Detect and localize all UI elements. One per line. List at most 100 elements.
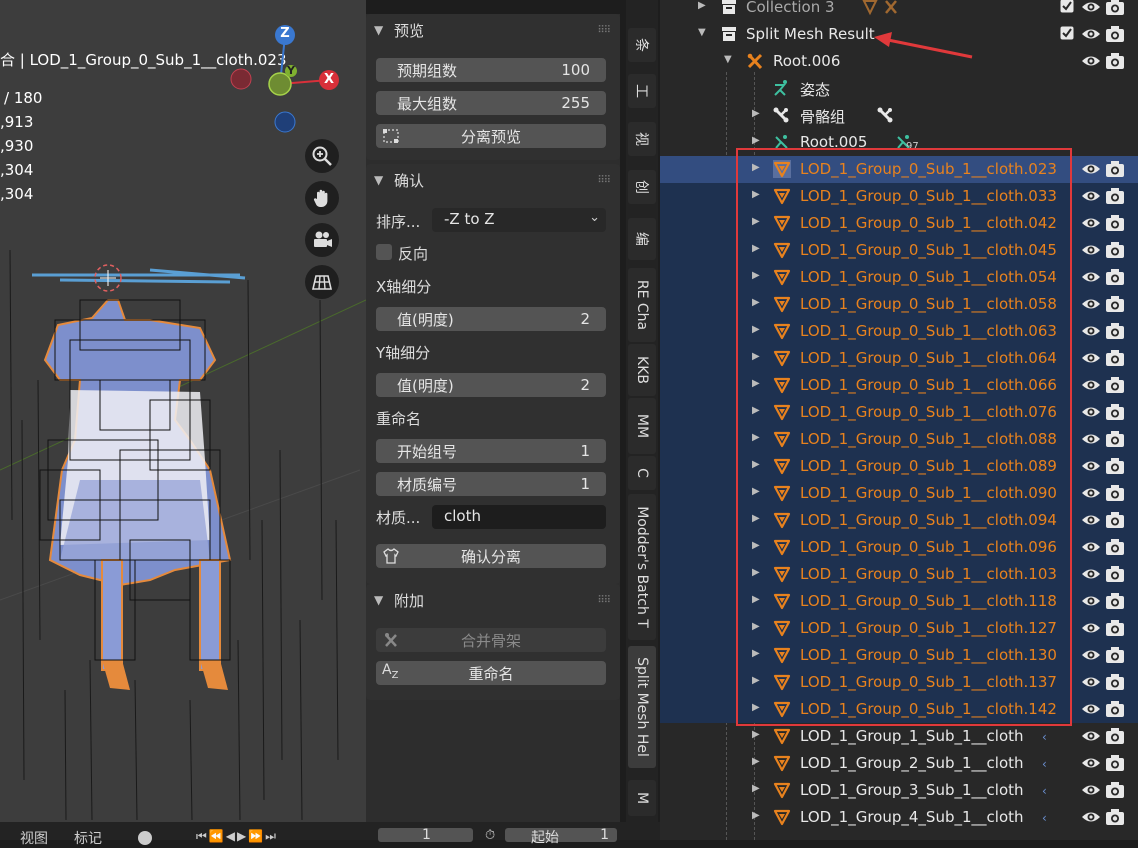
render-camera-icon[interactable] [1105, 619, 1125, 637]
drag-grip-icon[interactable]: ⠿⠿ [597, 175, 611, 186]
render-camera-icon[interactable] [1105, 0, 1125, 16]
exclude-checkbox[interactable] [1060, 26, 1074, 40]
preview-panel-header[interactable]: ▼ 预览 ⠿⠿ [366, 14, 620, 46]
eye-icon[interactable] [1081, 647, 1101, 663]
y-subdiv-field[interactable]: 值(明度) 2 [376, 373, 606, 397]
render-camera-icon[interactable] [1105, 403, 1125, 421]
record-icon[interactable] [138, 831, 152, 845]
render-camera-icon[interactable] [1105, 295, 1125, 313]
tab-re-cha[interactable]: RE Cha [628, 268, 656, 342]
chevron-right-icon[interactable]: ▶ [698, 0, 706, 11]
eye-icon[interactable] [1081, 377, 1101, 393]
outliner-row-mesh[interactable]: ▶ LOD_1_Group_4_Sub_1__cloth ‹ [660, 804, 1138, 831]
confirm-split-button[interactable]: 确认分离 [376, 544, 606, 568]
confirm-panel-header[interactable]: ▼ 确认 ⠿⠿ [366, 164, 620, 196]
tab-tool[interactable]: 工 [628, 74, 656, 108]
eye-icon[interactable] [1081, 215, 1101, 231]
max-groups-field[interactable]: 最大组数 255 [376, 91, 606, 115]
tab-c[interactable]: C [628, 456, 656, 490]
tab-split-mesh-helper[interactable]: Split Mesh Hel [628, 646, 656, 768]
eye-icon[interactable] [1081, 593, 1101, 609]
render-camera-icon[interactable] [1105, 565, 1125, 583]
eye-icon[interactable] [1081, 269, 1101, 285]
material-number-field[interactable]: 材质编号 1 [376, 472, 606, 496]
chevron-right-icon[interactable]: ▶ [752, 810, 760, 821]
outliner-row-mesh[interactable]: ▶ LOD_1_Group_2_Sub_1__cloth ‹ [660, 750, 1138, 777]
eye-icon[interactable] [1081, 431, 1101, 447]
rename-button[interactable]: AZ 重命名 [376, 661, 606, 685]
tab-item[interactable]: 条 [628, 28, 656, 62]
tab-kkb[interactable]: KKB [628, 344, 656, 396]
eye-icon[interactable] [1081, 485, 1101, 501]
view-menu[interactable]: 视图 [20, 828, 48, 848]
camera-view-button[interactable] [305, 223, 339, 257]
render-camera-icon[interactable] [1105, 646, 1125, 664]
render-camera-icon[interactable] [1105, 457, 1125, 475]
pan-button[interactable] [305, 181, 339, 215]
exclude-checkbox[interactable] [1060, 0, 1074, 13]
render-camera-icon[interactable] [1105, 754, 1125, 772]
merge-armature-button[interactable]: 合并骨架 [376, 628, 606, 652]
eye-icon[interactable] [1081, 620, 1101, 636]
eye-icon[interactable] [1081, 809, 1101, 825]
render-camera-icon[interactable] [1105, 52, 1125, 70]
eye-icon[interactable] [1081, 53, 1101, 69]
material-name-input[interactable]: cloth [432, 505, 606, 529]
render-camera-icon[interactable] [1105, 781, 1125, 799]
chevron-right-icon[interactable]: ▶ [752, 729, 760, 740]
eye-icon[interactable] [1081, 323, 1101, 339]
eye-icon[interactable] [1081, 242, 1101, 258]
tab-modders-batch[interactable]: Modder's Batch T [628, 494, 656, 640]
eye-icon[interactable] [1081, 701, 1101, 717]
chevron-down-icon[interactable]: ▼ [724, 54, 732, 65]
eye-icon[interactable] [1081, 350, 1101, 366]
marker-menu[interactable]: 标记 [74, 828, 102, 848]
eye-icon[interactable] [1081, 26, 1101, 42]
eye-icon[interactable] [1081, 188, 1101, 204]
ortho-toggle-button[interactable] [305, 265, 339, 299]
zoom-button[interactable] [305, 139, 339, 173]
reverse-checkbox[interactable] [376, 244, 392, 260]
render-camera-icon[interactable] [1105, 214, 1125, 232]
eye-icon[interactable] [1081, 404, 1101, 420]
3d-viewport[interactable]: 合 | LOD_1_Group_0_Sub_1__cloth.023 / 180… [0, 0, 366, 822]
render-camera-icon[interactable] [1105, 430, 1125, 448]
render-camera-icon[interactable] [1105, 187, 1125, 205]
eye-icon[interactable] [1081, 512, 1101, 528]
eye-icon[interactable] [1081, 296, 1101, 312]
render-camera-icon[interactable] [1105, 25, 1125, 43]
outliner-row-collection[interactable]: ▶ Collection 3 [660, 0, 1138, 21]
chevron-right-icon[interactable]: ▶ [752, 783, 760, 794]
render-camera-icon[interactable] [1105, 727, 1125, 745]
render-camera-icon[interactable] [1105, 376, 1125, 394]
render-camera-icon[interactable] [1105, 484, 1125, 502]
playback-controls-icon[interactable]: ⏮⏪◀▶⏩⏭ [196, 829, 278, 844]
eye-icon[interactable] [1081, 0, 1101, 15]
render-camera-icon[interactable] [1105, 160, 1125, 178]
outliner-row-mesh[interactable]: ▶ LOD_1_Group_3_Sub_1__cloth ‹ [660, 777, 1138, 804]
render-camera-icon[interactable] [1105, 322, 1125, 340]
render-camera-icon[interactable] [1105, 268, 1125, 286]
chevron-right-icon[interactable]: ▶ [752, 756, 760, 767]
chevron-right-icon[interactable]: ▶ [752, 135, 760, 146]
eye-icon[interactable] [1081, 755, 1101, 771]
render-camera-icon[interactable] [1105, 511, 1125, 529]
render-camera-icon[interactable] [1105, 673, 1125, 691]
render-camera-icon[interactable] [1105, 700, 1125, 718]
tab-view[interactable]: 视 [628, 122, 656, 156]
eye-icon[interactable] [1081, 728, 1101, 744]
outliner-row-mesh[interactable]: ▶ LOD_1_Group_1_Sub_1__cloth ‹ [660, 723, 1138, 750]
expected-groups-field[interactable]: 预期组数 100 [376, 58, 606, 82]
eye-icon[interactable] [1081, 161, 1101, 177]
outliner-row-pose[interactable]: 姿态 [660, 75, 1138, 102]
eye-icon[interactable] [1081, 566, 1101, 582]
outliner-row-bone-group[interactable]: ▶ 骨骼组 [660, 102, 1138, 129]
eye-icon[interactable] [1081, 539, 1101, 555]
start-group-field[interactable]: 开始组号 1 [376, 439, 606, 463]
sort-dropdown[interactable]: -Z to Z ⌄ [432, 208, 606, 232]
render-camera-icon[interactable] [1105, 592, 1125, 610]
render-camera-icon[interactable] [1105, 538, 1125, 556]
extra-panel-header[interactable]: ▼ 附加 ⠿⠿ [366, 584, 620, 616]
render-camera-icon[interactable] [1105, 349, 1125, 367]
tab-mm[interactable]: MM [628, 398, 656, 454]
